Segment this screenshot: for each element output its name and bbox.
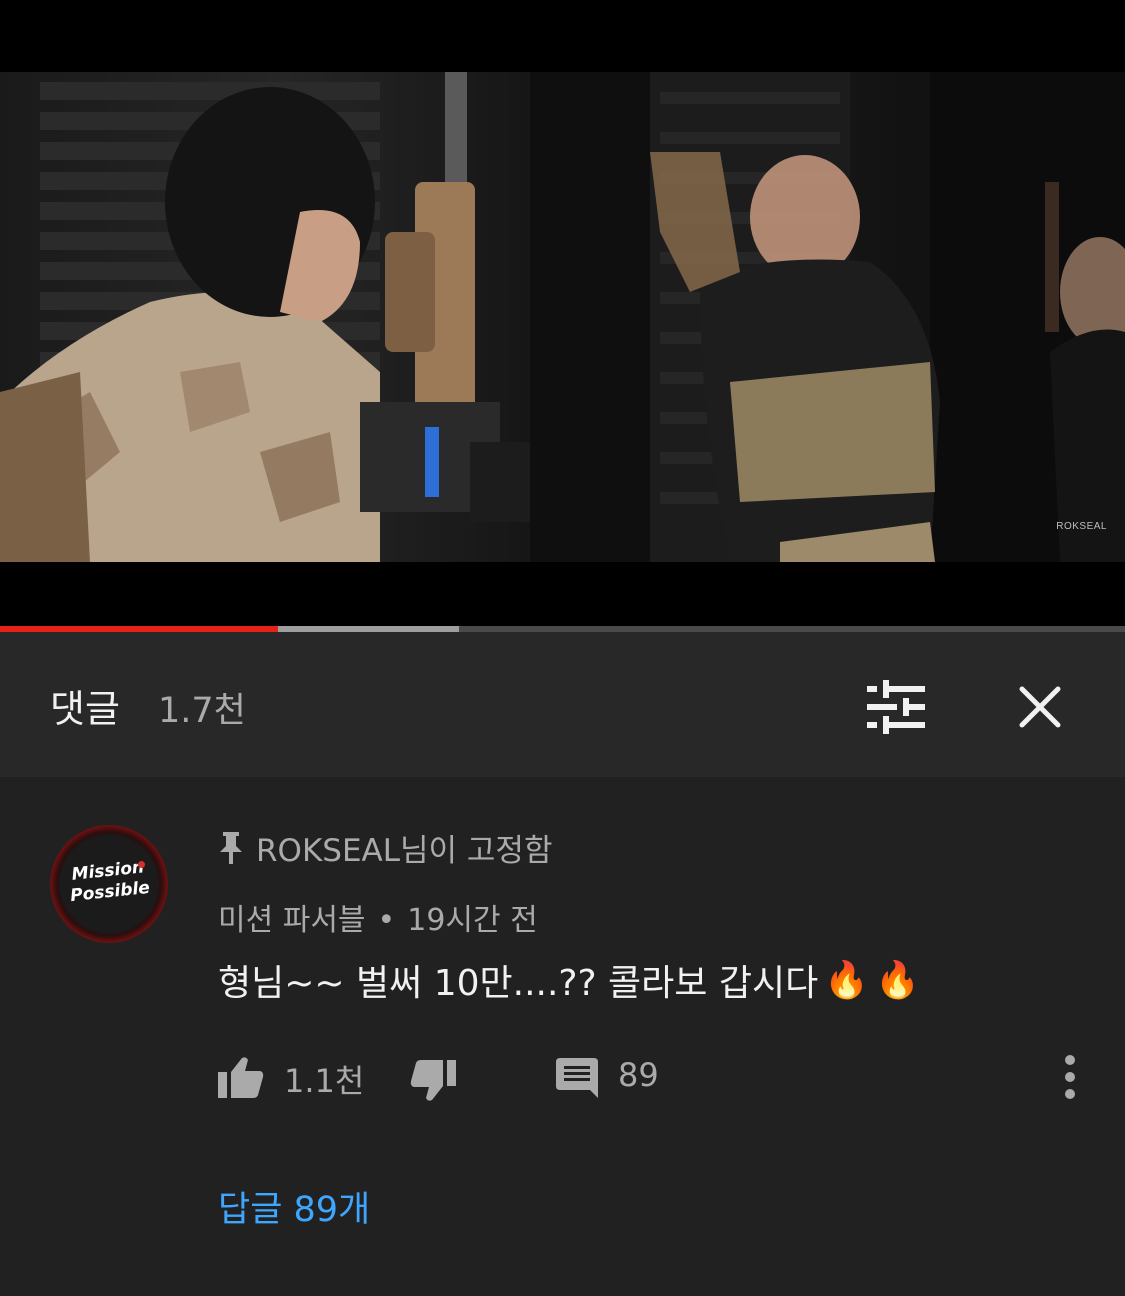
avatar-logo-text: Mission Possible [69, 857, 151, 907]
close-comments-button[interactable] [1004, 672, 1076, 742]
pin-icon [220, 831, 242, 864]
thumbs-up-icon [218, 1057, 264, 1098]
pinned-label: ROKSEAL님이 고정함 [256, 833, 553, 869]
sort-sliders-icon [867, 680, 925, 734]
fire-emoji: 🔥 [875, 960, 920, 1001]
avatar[interactable]: Mission Possible [50, 825, 168, 943]
comments-title: 댓글 [50, 687, 120, 731]
comment-item: Mission Possible ROKSEAL님이 고정함 미션 파서블 • 19… [0, 777, 1125, 1296]
sort-comments-button[interactable] [856, 672, 936, 742]
like-count: 1.1천 [284, 1062, 365, 1100]
reply-button[interactable] [556, 1058, 598, 1098]
reply-count: 89 [618, 1056, 659, 1094]
comment-author[interactable]: 미션 파서블 [218, 903, 366, 938]
comments-count: 1.7천 [158, 691, 246, 731]
video-player[interactable]: ROKSEAL [0, 0, 1125, 632]
video-watermark: ROKSEAL [1056, 521, 1107, 532]
video-frame[interactable]: ROKSEAL [0, 72, 1125, 562]
view-replies-link[interactable]: 답글 89개 [218, 1181, 370, 1232]
comment-timestamp[interactable]: 19시간 전 [407, 903, 538, 938]
comment-text: 형님~~ 벌써 10만....?? 콜라보 갑시다 [218, 963, 819, 1004]
comment-actions: 1.1천 89 [218, 1054, 1098, 1104]
more-vert-icon [1065, 1055, 1075, 1099]
avatar-logo-dot [138, 861, 145, 868]
pinned-label-row: ROKSEAL님이 고정함 [218, 825, 552, 870]
comment-bubble-icon [556, 1058, 598, 1098]
fire-emoji: 🔥 [824, 960, 870, 1001]
meta-separator: • [377, 903, 396, 938]
close-icon [1019, 686, 1061, 728]
dislike-button[interactable] [410, 1060, 456, 1102]
video-scene-illustration [0, 72, 1125, 562]
thumbs-down-icon [410, 1060, 456, 1101]
comment-body: 형님~~ 벌써 10만....?? 콜라보 갑시다 🔥 🔥 [218, 954, 920, 1006]
more-options-button[interactable] [1058, 1054, 1082, 1100]
like-button[interactable] [218, 1056, 264, 1098]
comment-meta: 미션 파서블 • 19시간 전 [218, 895, 538, 939]
comments-header: 댓글 1.7천 [0, 632, 1125, 777]
